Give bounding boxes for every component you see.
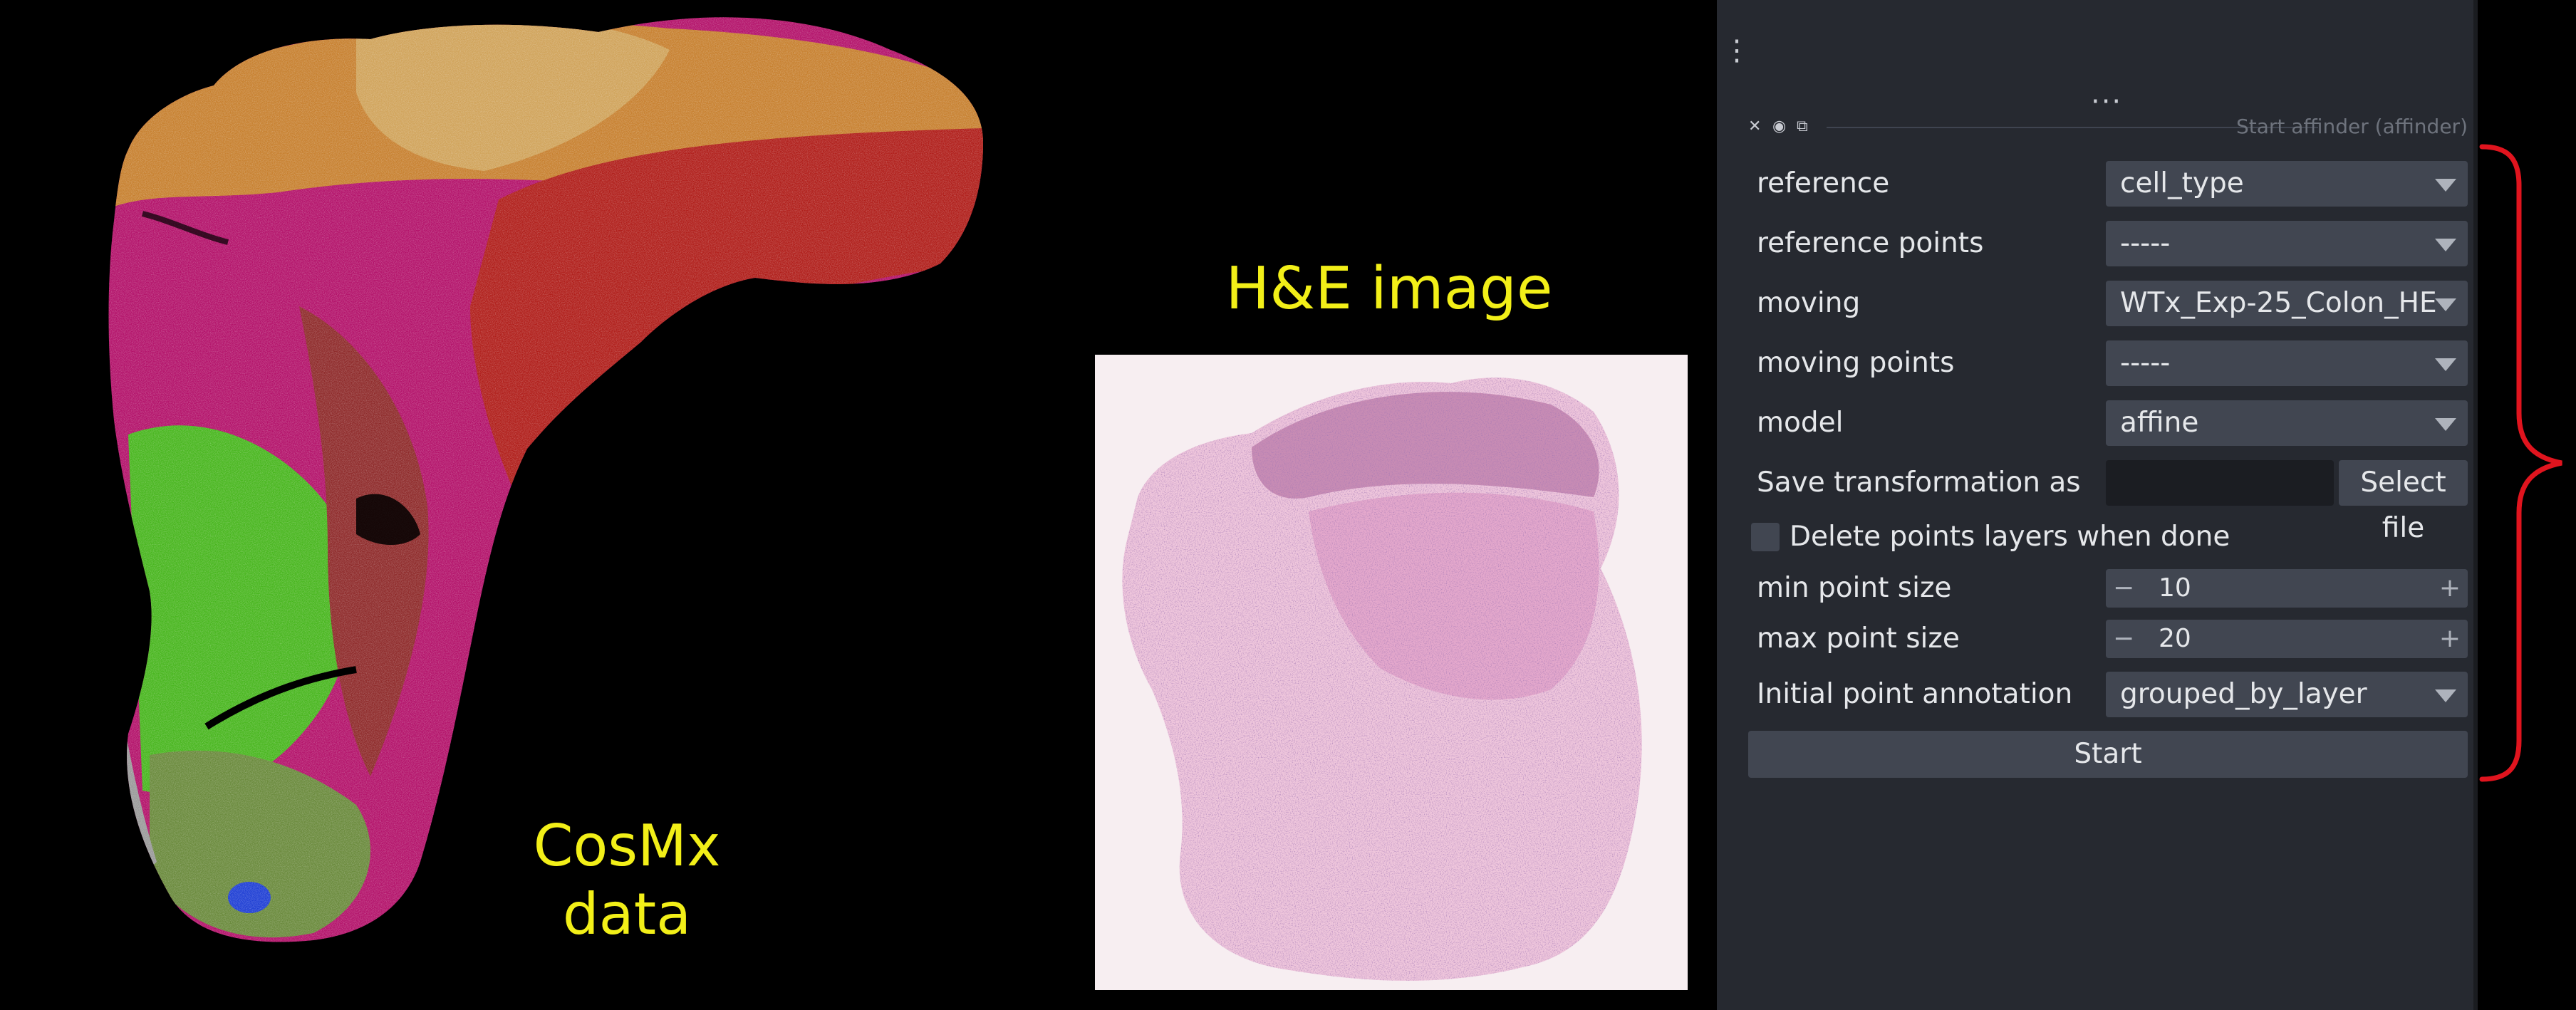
moving-value: WTx_Exp-25_Colon_HE — [2120, 287, 2437, 319]
select-file-button[interactable]: Select file — [2339, 460, 2468, 544]
initial-point-annotation-value: grouped_by_layer — [2120, 678, 2367, 710]
plus-icon[interactable]: + — [2439, 620, 2461, 658]
chevron-down-icon — [2435, 689, 2456, 702]
chevron-down-icon — [2435, 298, 2456, 311]
initial-point-annotation-dropdown[interactable]: grouped_by_layer — [2106, 672, 2468, 717]
moving-points-dropdown[interactable]: ----- — [2106, 340, 2468, 386]
model-label: model — [1757, 407, 1844, 439]
reference-points-value: ----- — [2120, 227, 2171, 259]
cosmx-caption-line-2: data — [562, 881, 692, 947]
minus-icon[interactable]: − — [2113, 620, 2134, 658]
reference-label: reference — [1757, 167, 1890, 199]
curly-brace-annotation — [2479, 144, 2562, 782]
chevron-down-icon — [2435, 358, 2456, 371]
float-icon[interactable]: ⧉ — [1797, 113, 1808, 141]
cosmx-caption: CosMx data — [492, 812, 762, 949]
max-point-size-spinbox[interactable]: − 20 + — [2106, 620, 2468, 658]
save-transformation-input[interactable] — [2106, 460, 2334, 506]
delete-points-checkbox[interactable] — [1751, 523, 1780, 551]
max-point-size-label: max point size — [1757, 623, 1960, 655]
cosmx-tissue-image — [108, 17, 983, 942]
moving-points-value: ----- — [2120, 347, 2171, 379]
he-image — [1095, 355, 1688, 990]
reference-points-dropdown[interactable]: ----- — [2106, 221, 2468, 266]
start-button[interactable]: Start — [1748, 731, 2468, 778]
moving-points-label: moving points — [1757, 347, 1955, 379]
widget-titlebar: ✕ ◉ ⧉ Start affinder (affinder) — [1748, 113, 2468, 141]
min-point-size-label: min point size — [1757, 572, 1952, 604]
reference-value: cell_type — [2120, 167, 2244, 199]
minus-icon[interactable]: − — [2113, 569, 2134, 608]
hide-icon[interactable]: ◉ — [1772, 113, 1786, 141]
reference-points-label: reference points — [1757, 227, 1984, 259]
save-transformation-label: Save transformation as — [1757, 467, 2081, 499]
min-point-size-value: 10 — [2159, 573, 2191, 603]
moving-label: moving — [1757, 287, 1861, 319]
max-point-size-value: 20 — [2159, 624, 2191, 653]
chevron-down-icon — [2435, 179, 2456, 192]
moving-dropdown[interactable]: WTx_Exp-25_Colon_HE — [2106, 281, 2468, 326]
widget-title: Start affinder (affinder) — [2235, 115, 2468, 138]
plus-icon[interactable]: + — [2439, 569, 2461, 608]
he-caption: H&E image — [1225, 255, 1553, 323]
cosmx-caption-line-1: CosMx — [533, 813, 721, 879]
model-value: affine — [2120, 407, 2199, 439]
close-icon[interactable]: ✕ — [1748, 113, 1761, 141]
chevron-down-icon — [2435, 239, 2456, 251]
chevron-down-icon — [2435, 418, 2456, 431]
model-dropdown[interactable]: affine — [2106, 400, 2468, 446]
kebab-menu-icon[interactable]: ⋮ — [1723, 36, 1751, 65]
reference-dropdown[interactable]: cell_type — [2106, 161, 2468, 207]
delete-points-label: Delete points layers when done — [1790, 521, 2230, 553]
min-point-size-spinbox[interactable]: − 10 + — [2106, 569, 2468, 608]
initial-point-annotation-label: Initial point annotation — [1757, 678, 2073, 710]
